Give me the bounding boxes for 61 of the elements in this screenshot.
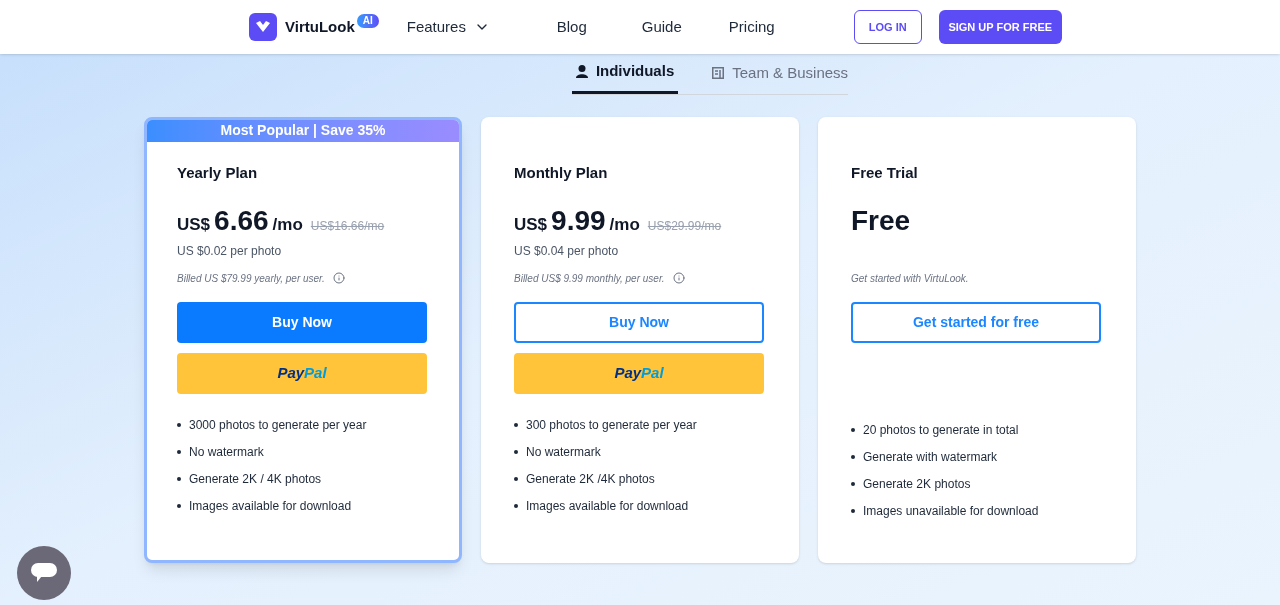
person-icon bbox=[575, 64, 588, 78]
nav-link[interactable]: Guide bbox=[616, 15, 707, 39]
billing-note: Billed US$ 9.99 monthly, per user. bbox=[514, 271, 665, 286]
plan-name: Monthly Plan bbox=[514, 162, 609, 183]
info-icon[interactable] bbox=[332, 272, 345, 284]
bullet-icon bbox=[851, 482, 855, 486]
price: 6.66 bbox=[214, 204, 269, 238]
feature-text: 20 photos to generate in total bbox=[863, 422, 1019, 439]
feature-text: Images available for download bbox=[189, 498, 352, 515]
bullet-icon bbox=[851, 428, 855, 432]
feature-text: Images unavailable for download bbox=[863, 503, 1039, 520]
buy-button[interactable]: Buy Now bbox=[514, 302, 764, 343]
feature-text: 300 photos to generate per year bbox=[526, 417, 697, 434]
price-unit: /mo bbox=[609, 214, 640, 236]
plan-tab[interactable]: Team & Business bbox=[708, 60, 849, 94]
building-icon bbox=[712, 66, 725, 79]
ai-badge: AI bbox=[356, 14, 379, 28]
bullet-icon bbox=[851, 509, 855, 513]
old-price: US$16.66/mo bbox=[310, 218, 385, 235]
old-price: US$29.99/mo bbox=[647, 218, 722, 235]
bullet-icon bbox=[514, 504, 518, 508]
info-icon[interactable] bbox=[672, 272, 685, 284]
plan-name: Free Trial bbox=[851, 162, 919, 183]
plan-tab[interactable]: Individuals bbox=[571, 60, 679, 94]
brand-name[interactable]: VirtuLook bbox=[285, 15, 355, 39]
buy-button[interactable]: Get started for free bbox=[851, 302, 1101, 343]
price: Free bbox=[851, 204, 911, 238]
feature-text: Generate 2K photos bbox=[863, 476, 971, 493]
per-photo-price: US $0.02 per photo bbox=[177, 244, 282, 258]
plan-name: Yearly Plan bbox=[177, 162, 259, 183]
bullet-icon bbox=[177, 450, 181, 454]
feature-text: Images available for download bbox=[526, 498, 689, 515]
currency: US$ bbox=[177, 214, 211, 236]
paypal-button[interactable]: PayPal bbox=[177, 353, 427, 394]
bullet-icon bbox=[851, 455, 855, 459]
paypal-button[interactable]: PayPal bbox=[514, 353, 764, 394]
chat-button[interactable] bbox=[17, 546, 71, 600]
signup-button[interactable]: SIGN UP FOR FREE bbox=[938, 10, 1062, 44]
bullet-icon bbox=[177, 477, 181, 481]
bullet-icon bbox=[177, 504, 181, 508]
price-unit: /mo bbox=[272, 214, 303, 236]
billing-note: Get started with VirtuLook. bbox=[851, 271, 969, 286]
feature-text: Generate 2K /4K photos bbox=[526, 471, 655, 488]
feature-text: No watermark bbox=[526, 444, 601, 461]
billing-note: Billed US $79.99 yearly, per user. bbox=[177, 271, 325, 286]
bullet-icon bbox=[514, 477, 518, 481]
logo-icon bbox=[249, 13, 277, 41]
feature-text: Generate with watermark bbox=[863, 449, 998, 466]
bullet-icon bbox=[514, 423, 518, 427]
feature-text: 3000 photos to generate per year bbox=[189, 417, 367, 434]
nav-link[interactable]: Pricing bbox=[706, 15, 797, 39]
login-button[interactable]: LOG IN bbox=[853, 10, 922, 44]
feature-text: No watermark bbox=[189, 444, 264, 461]
bullet-icon bbox=[514, 450, 518, 454]
bullet-icon bbox=[177, 423, 181, 427]
price: 9.99 bbox=[551, 204, 606, 238]
popular-banner: Most Popular | Save 35% bbox=[147, 119, 459, 142]
per-photo-price: US $0.04 per photo bbox=[514, 244, 619, 258]
buy-button[interactable]: Buy Now bbox=[177, 302, 427, 343]
feature-text: Generate 2K / 4K photos bbox=[189, 471, 322, 488]
currency: US$ bbox=[514, 214, 548, 236]
